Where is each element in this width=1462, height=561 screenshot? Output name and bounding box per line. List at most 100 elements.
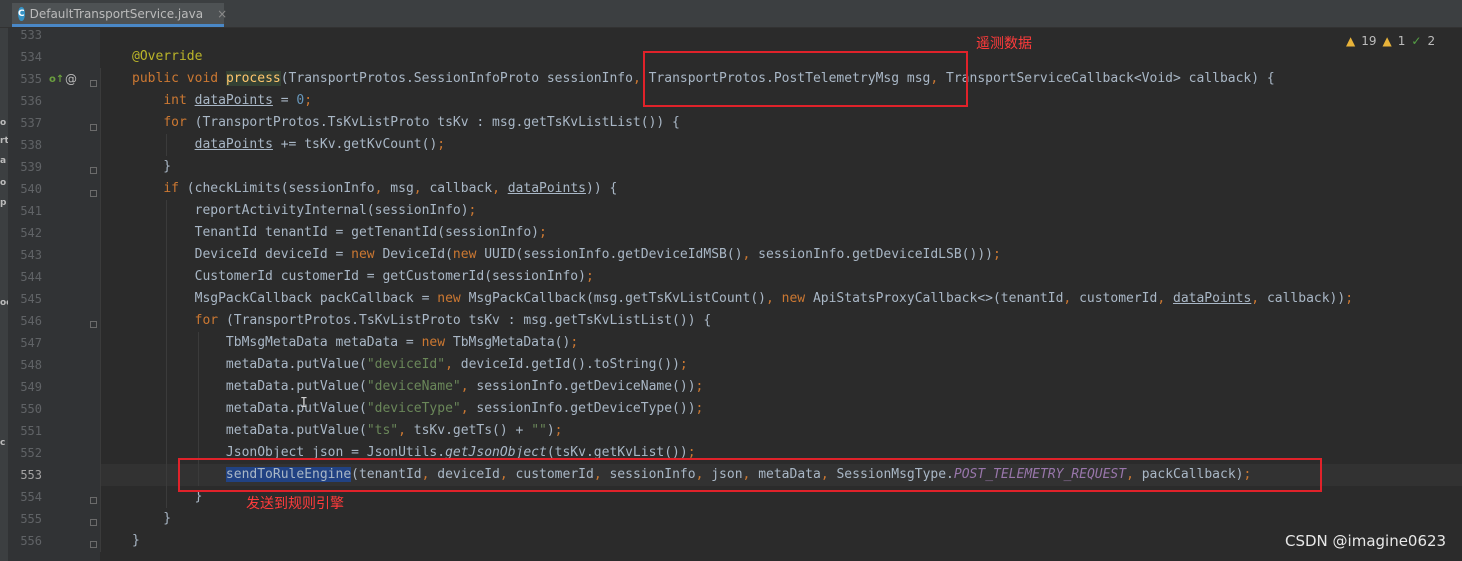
warning-count: 19 bbox=[1361, 34, 1377, 48]
code-token: tsKv.getTs() + bbox=[413, 423, 532, 438]
code-token: } bbox=[132, 533, 140, 548]
code-line[interactable]: if (checkLimits(sessionInfo, msg, callba… bbox=[132, 178, 617, 200]
code-line[interactable]: metaData.putValue("deviceName", sessionI… bbox=[132, 376, 703, 398]
line-number[interactable]: 551 bbox=[8, 420, 42, 442]
line-number[interactable]: 544 bbox=[8, 266, 42, 288]
code-token: , bbox=[445, 357, 461, 372]
code-token: ; bbox=[554, 423, 563, 438]
code-token: new bbox=[351, 247, 383, 262]
code-token: for bbox=[163, 115, 195, 130]
code-token: MsgPackCallback(msg.getTsKvListCount() bbox=[468, 291, 766, 306]
code-token: , bbox=[413, 181, 430, 196]
code-token: , bbox=[1063, 291, 1080, 306]
code-token: public bbox=[132, 71, 187, 86]
code-line[interactable]: } bbox=[132, 156, 171, 178]
line-number[interactable]: 535 bbox=[8, 68, 42, 90]
line-number[interactable]: 533 bbox=[8, 24, 42, 46]
line-number[interactable]: 543 bbox=[8, 244, 42, 266]
code-token: TbMsgMetaData metaData = bbox=[132, 335, 422, 350]
strip-fragment: rt bbox=[0, 136, 8, 146]
code-line[interactable]: } bbox=[132, 508, 171, 530]
code-line[interactable]: @Override bbox=[132, 46, 202, 68]
code-token: , bbox=[460, 379, 477, 394]
line-number[interactable]: 546 bbox=[8, 310, 42, 332]
strip-fragment: c bbox=[0, 438, 6, 448]
line-number[interactable]: 537 bbox=[8, 112, 42, 134]
line-number[interactable]: 552 bbox=[8, 442, 42, 464]
code-token: DeviceId deviceId = bbox=[132, 247, 352, 262]
code-token: DeviceId( bbox=[382, 247, 453, 262]
fold-marker[interactable] bbox=[90, 190, 97, 197]
code-token: , bbox=[374, 181, 391, 196]
line-number[interactable]: 545 bbox=[8, 288, 42, 310]
fold-marker[interactable] bbox=[90, 124, 97, 131]
annotation-icon[interactable]: @ bbox=[65, 72, 77, 86]
fold-marker[interactable] bbox=[90, 321, 97, 328]
fold-marker[interactable] bbox=[90, 519, 97, 526]
fold-marker[interactable] bbox=[90, 80, 97, 87]
code-line[interactable]: metaData.putValue("ts", tsKv.getTs() + "… bbox=[132, 420, 563, 442]
code-token: ; bbox=[679, 357, 688, 372]
code-token: , bbox=[765, 291, 782, 306]
line-number[interactable]: 549 bbox=[8, 376, 42, 398]
inspection-widget[interactable]: ▲ 19 ▲ 1 ✓ 2 bbox=[1346, 34, 1435, 48]
code-line[interactable]: MsgPackCallback packCallback = new MsgPa… bbox=[132, 288, 1353, 310]
code-token: sessionInfo.getDeviceType()) bbox=[476, 401, 696, 416]
code-line[interactable]: dataPoints += tsKv.getKvCount(); bbox=[132, 134, 445, 156]
code-line[interactable]: metaData.putValue("deviceType", sessionI… bbox=[132, 398, 703, 420]
line-number[interactable]: 540 bbox=[8, 178, 42, 200]
line-number[interactable]: 553 bbox=[8, 464, 42, 486]
code-token: TenantId tenantId = getTenantId(sessionI… bbox=[132, 225, 539, 240]
line-number[interactable]: 548 bbox=[8, 354, 42, 376]
code-line[interactable]: CustomerId customerId = getCustomerId(se… bbox=[132, 266, 594, 288]
fold-marker[interactable] bbox=[90, 167, 97, 174]
code-token: } bbox=[132, 159, 172, 174]
code-token: UUID(sessionInfo.getDeviceIdMSB() bbox=[484, 247, 743, 262]
fold-marker[interactable] bbox=[90, 497, 97, 504]
code-token: ApiStatsProxyCallback<>(tenantId bbox=[812, 291, 1064, 306]
tab-default-transport-service[interactable]: C DefaultTransportService.java × bbox=[12, 3, 227, 27]
code-line[interactable]: int dataPoints = 0; bbox=[132, 90, 312, 112]
code-token: , bbox=[492, 181, 508, 196]
line-number[interactable]: 547 bbox=[8, 332, 42, 354]
code-line[interactable]: DeviceId deviceId = new DeviceId(new UUI… bbox=[132, 244, 1001, 266]
line-number[interactable]: 542 bbox=[8, 222, 42, 244]
code-token: dataPoints bbox=[194, 93, 273, 108]
code-token: sessionInfo.getDeviceIdLSB())) bbox=[758, 247, 993, 262]
watermark: CSDN @imagine0623 bbox=[1285, 532, 1447, 550]
weak-warning-icon: ▲ bbox=[1382, 34, 1392, 48]
line-number[interactable]: 550 bbox=[8, 398, 42, 420]
line-number[interactable]: 536 bbox=[8, 90, 42, 112]
line-number[interactable]: 541 bbox=[8, 200, 42, 222]
code-line[interactable]: TbMsgMetaData metaData = new TbMsgMetaDa… bbox=[132, 332, 578, 354]
code-token: TbMsgMetaData() bbox=[452, 335, 571, 350]
code-token: CustomerId customerId = getCustomerId(se… bbox=[132, 269, 586, 284]
line-number[interactable]: 556 bbox=[8, 530, 42, 552]
line-number[interactable]: 554 bbox=[8, 486, 42, 508]
code-line[interactable]: for (TransportProtos.TsKvListProto tsKv … bbox=[132, 112, 680, 134]
rule-engine-label: 发送到规则引擎 bbox=[246, 496, 344, 512]
code-token: reportActivityInternal(sessionInfo) bbox=[132, 203, 469, 218]
code-token: process bbox=[225, 71, 281, 86]
code-token: TransportServiceCallback<Void> callback)… bbox=[946, 71, 1275, 86]
code-token: , bbox=[1157, 291, 1173, 306]
code-token: for bbox=[194, 313, 226, 328]
fold-marker[interactable] bbox=[90, 541, 97, 548]
code-line[interactable]: TenantId tenantId = getTenantId(sessionI… bbox=[132, 222, 547, 244]
code-token: "deviceType" bbox=[366, 401, 461, 416]
code-line[interactable]: for (TransportProtos.TsKvListProto tsKv … bbox=[132, 310, 712, 332]
line-number[interactable]: 534 bbox=[8, 46, 42, 68]
code-token: new bbox=[452, 247, 485, 262]
code-line[interactable]: } bbox=[132, 530, 140, 552]
override-method-icon[interactable]: o↑ bbox=[49, 74, 64, 85]
close-icon[interactable]: × bbox=[217, 7, 227, 21]
java-class-icon: C bbox=[18, 6, 25, 21]
line-number[interactable]: 555 bbox=[8, 508, 42, 530]
code-token: deviceId.getId().toString()) bbox=[460, 357, 680, 372]
code-line[interactable]: metaData.putValue("deviceId", deviceId.g… bbox=[132, 354, 688, 376]
line-number[interactable]: 538 bbox=[8, 134, 42, 156]
code-line[interactable]: reportActivityInternal(sessionInfo); bbox=[132, 200, 477, 222]
line-number[interactable]: 539 bbox=[8, 156, 42, 178]
